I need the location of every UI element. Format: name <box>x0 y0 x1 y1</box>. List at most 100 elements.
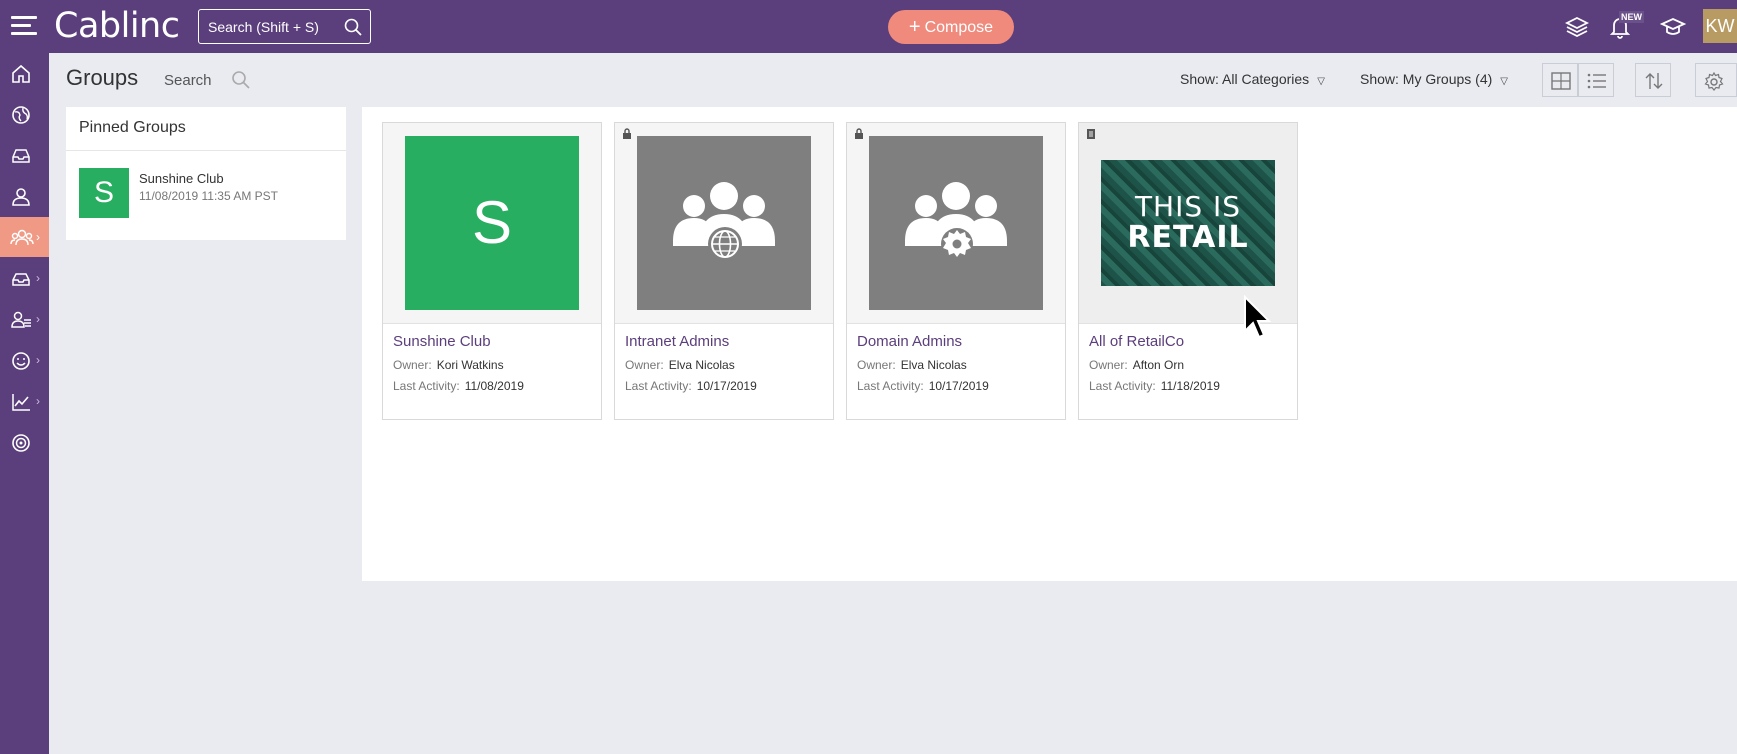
groups-grid: S Sunshine Club Owner: Kori Watkins Last … <box>362 107 1737 581</box>
last-activity-date: 10/17/2019 <box>696 379 757 393</box>
pinned-group-item[interactable]: S Sunshine Club 11/08/2019 11:35 AM PST <box>79 168 339 220</box>
new-badge: NEW <box>1619 11 1644 23</box>
layers-icon[interactable] <box>1564 14 1590 40</box>
group-avatar: S <box>405 136 579 310</box>
compose-label: Compose <box>924 19 994 36</box>
last-activity-label: Last Activity: <box>625 379 692 393</box>
grid-icon <box>1551 72 1571 90</box>
target-icon <box>12 434 30 452</box>
group-name-link[interactable]: Domain Admins <box>857 333 962 350</box>
chevron-right-icon: › <box>36 271 40 285</box>
group-thumbnail-area <box>615 123 833 324</box>
inbox-icon <box>12 149 30 163</box>
group-name-link[interactable]: All of RetailCo <box>1089 333 1184 350</box>
home-icon <box>12 64 30 83</box>
group-filter-dropdown[interactable]: Show: My Groups (4) ▽ <box>1360 71 1508 87</box>
group-card[interactable]: Domain Admins Owner: Elva Nicolas Last Ac… <box>846 122 1066 420</box>
menu-icon[interactable] <box>11 16 37 36</box>
caret-down-icon: ▽ <box>1317 76 1325 87</box>
category-filter-dropdown[interactable]: Show: All Categories ▽ <box>1180 71 1325 87</box>
group-owner: Owner: Elva Nicolas <box>857 358 967 372</box>
document-icon <box>1087 129 1095 139</box>
groups-icon <box>10 229 34 246</box>
retail-banner-image: THIS IS RETAIL <box>1101 160 1275 286</box>
pinned-groups-title: Pinned Groups <box>66 107 346 151</box>
sort-button[interactable] <box>1635 63 1671 97</box>
page-title: Groups <box>66 65 139 90</box>
chevron-right-icon: › <box>36 312 40 326</box>
global-search-placeholder: Search (Shift + S) <box>208 19 319 35</box>
last-activity-label: Last Activity: <box>1089 379 1156 393</box>
chevron-right-icon: › <box>36 394 40 408</box>
lock-icon <box>855 128 863 139</box>
nav-goals[interactable] <box>0 422 49 462</box>
nav-profile[interactable] <box>0 176 49 216</box>
last-activity-date: 11/08/2019 <box>464 379 524 393</box>
group-search-input[interactable]: Search <box>164 72 212 89</box>
pinned-group-name: Sunshine Club <box>139 171 224 186</box>
app-logo[interactable]: Cablinc <box>54 6 180 46</box>
group-thumbnail-area <box>847 123 1065 324</box>
category-filter-label: Show: All Categories <box>1180 71 1310 87</box>
nav-analytics[interactable]: › <box>0 381 49 421</box>
group-name-link[interactable]: Sunshine Club <box>393 333 491 350</box>
avatar[interactable]: KW <box>1703 9 1737 43</box>
nav-mood[interactable]: › <box>0 340 49 380</box>
group-name-link[interactable]: Intranet Admins <box>625 333 729 350</box>
owner-label: Owner: <box>1089 358 1128 372</box>
plus-icon: + <box>908 16 921 38</box>
group-card[interactable]: S Sunshine Club Owner: Kori Watkins Last … <box>382 122 602 420</box>
last-activity-label: Last Activity: <box>393 379 460 393</box>
list-view-button[interactable] <box>1578 63 1614 97</box>
mouse-cursor-icon <box>1244 295 1271 339</box>
nav-globe[interactable] <box>0 94 49 134</box>
nav-groups[interactable]: › <box>0 217 49 257</box>
pinned-groups-panel: Pinned Groups S Sunshine Club 11/08/2019… <box>66 107 346 240</box>
group-last-activity: Last Activity: 11/18/2019 <box>1089 379 1220 393</box>
group-last-activity: Last Activity: 10/17/2019 <box>625 379 757 393</box>
users-icon <box>11 311 31 328</box>
group-globe-icon <box>673 182 775 261</box>
retail-banner-text: THIS IS RETAIL <box>1101 190 1275 253</box>
sort-icon <box>1645 73 1663 89</box>
left-nav: › › › › › <box>0 53 49 754</box>
chevron-right-icon: › <box>36 353 40 367</box>
pinned-group-date: 11/08/2019 11:35 AM PST <box>139 189 278 203</box>
settings-button[interactable] <box>1695 63 1737 97</box>
nav-inbox[interactable] <box>0 135 49 175</box>
group-image <box>869 136 1043 310</box>
caret-down-icon: ▽ <box>1500 76 1508 87</box>
group-card[interactable]: Intranet Admins Owner: Elva Nicolas Last … <box>614 122 834 420</box>
group-image <box>637 136 811 310</box>
group-filter-label: Show: My Groups (4) <box>1360 71 1493 87</box>
search-icon[interactable] <box>231 70 251 90</box>
nav-people[interactable]: › <box>0 299 49 339</box>
grid-view-button[interactable] <box>1542 63 1578 97</box>
global-search-input[interactable]: Search (Shift + S) <box>198 9 371 44</box>
owner-label: Owner: <box>857 358 896 372</box>
search-icon <box>344 18 362 36</box>
group-thumbnail-area: THIS IS RETAIL <box>1079 123 1297 324</box>
retail-banner-line1: THIS IS <box>1134 190 1242 223</box>
tray-icon <box>12 273 30 286</box>
group-owner: Owner: Afton Orn <box>1089 358 1184 372</box>
nav-tray[interactable]: › <box>0 258 49 298</box>
globe-icon <box>12 106 30 124</box>
owner-name: Elva Nicolas <box>900 358 967 372</box>
last-activity-date: 11/18/2019 <box>1160 379 1220 393</box>
gear-icon <box>1704 72 1724 91</box>
owner-name: Kori Watkins <box>436 358 504 372</box>
group-owner: Owner: Kori Watkins <box>393 358 504 372</box>
group-gear-icon <box>905 182 1007 260</box>
user-icon <box>12 188 30 206</box>
owner-label: Owner: <box>625 358 664 372</box>
group-avatar: S <box>79 168 129 218</box>
group-card[interactable]: THIS IS RETAIL All of RetailCo Owner: Aft… <box>1078 122 1298 420</box>
nav-home[interactable] <box>0 53 49 93</box>
owner-name: Afton Orn <box>1132 358 1185 372</box>
compose-button[interactable]: + Compose <box>888 10 1014 44</box>
group-image: THIS IS RETAIL <box>1101 136 1275 310</box>
group-thumbnail-area: S <box>383 123 601 324</box>
retail-banner-line2: RETAIL <box>1127 220 1249 255</box>
graduation-cap-icon[interactable] <box>1660 14 1686 40</box>
